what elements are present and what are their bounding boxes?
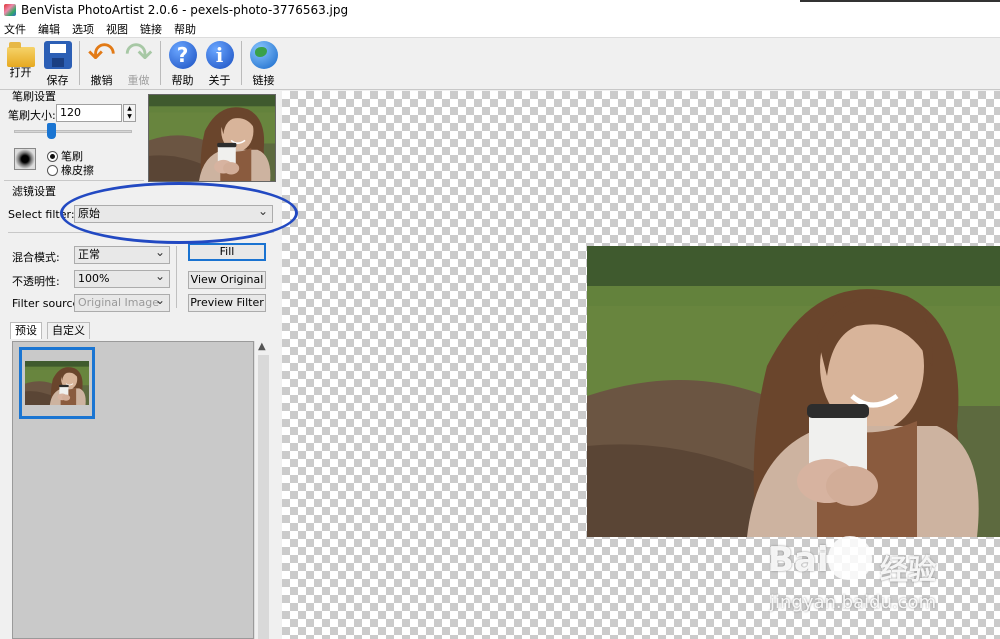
toolbar: 打开 保存 撤销 重做 ? 帮助 i 关于 链接 [0, 35, 1000, 90]
filter-select[interactable]: 原始 [74, 203, 273, 223]
watermark-url: jingyan.baidu.com [770, 592, 937, 613]
menu-help[interactable]: 帮助 [174, 21, 196, 37]
divider [176, 246, 177, 308]
brush-settings-heading: 笔刷设置 [12, 90, 56, 103]
scroll-up-icon[interactable]: ▲ [258, 341, 266, 352]
link-label: 链接 [252, 74, 275, 87]
chevron-down-icon[interactable]: ▼ [124, 113, 135, 121]
brush-size-input[interactable]: 120 [56, 104, 122, 122]
preset-scrollbar[interactable]: ▲ [254, 341, 271, 639]
select-filter-label: Select filter: [8, 208, 75, 221]
blend-mode-label: 混合模式: [12, 251, 60, 264]
blend-mode-select[interactable]: 正常 [74, 244, 170, 264]
radio-eraser-label: 橡皮擦 [61, 164, 94, 177]
floppy-disk-icon [43, 41, 72, 69]
filter-settings-heading: 滤镜设置 [12, 185, 56, 198]
opacity-select[interactable]: 100% [74, 268, 170, 288]
info-icon: i [205, 41, 234, 69]
radio-eraser[interactable] [47, 164, 58, 176]
paw-icon [828, 536, 872, 580]
preset-list [12, 341, 254, 639]
divider [8, 232, 274, 233]
toolbar-separator [160, 41, 161, 85]
watermark: Bai 经验 jingyan.baidu.com [768, 532, 998, 622]
folder-icon [6, 42, 35, 67]
preset-thumbnail [25, 361, 89, 405]
title-bar: BenVista PhotoArtist 2.0.6 - pexels-phot… [0, 0, 1000, 20]
radio-brush[interactable] [47, 150, 58, 162]
eraser-radio[interactable]: 橡皮擦 [47, 162, 94, 178]
about-button[interactable]: i 关于 [201, 41, 238, 88]
brush-size-stepper[interactable]: ▲ ▼ [123, 104, 136, 122]
redo-arrow-icon [125, 35, 154, 75]
fill-button[interactable]: Fill [188, 243, 266, 261]
watermark-logo: Bai [768, 540, 829, 580]
undo-button[interactable]: 撤销 [83, 35, 120, 88]
scrollbar-thumb[interactable] [258, 355, 269, 639]
filter-source-label: Filter source: [12, 297, 83, 310]
view-original-button[interactable]: View Original [188, 271, 266, 289]
about-label: 关于 [208, 74, 231, 87]
globe-icon [249, 41, 278, 69]
canvas-image[interactable] [587, 246, 1000, 537]
app-icon [4, 4, 16, 16]
redo-button[interactable]: 重做 [120, 35, 157, 88]
toolbar-separator [79, 41, 80, 85]
canvas-photo [587, 246, 1000, 537]
toolbar-separator [241, 41, 242, 85]
brush-size-slider-handle[interactable] [47, 123, 56, 139]
preset-photo [25, 361, 89, 405]
preview-filter-button[interactable]: Preview Filter [188, 294, 266, 312]
preset-item[interactable] [19, 347, 95, 419]
preview-photo [149, 95, 276, 182]
image-preview [148, 94, 276, 182]
menu-edit[interactable]: 编辑 [38, 21, 60, 37]
chevron-up-icon[interactable]: ▲ [124, 105, 135, 113]
help-button[interactable]: ? 帮助 [164, 41, 201, 88]
brush-size-slider[interactable] [14, 130, 132, 133]
brush-preview [14, 148, 36, 170]
undo-arrow-icon [88, 35, 117, 75]
settings-panel: 笔刷设置 笔刷大小: 120 ▲ ▼ 笔刷 橡皮擦 滤镜设置 Select fi… [0, 90, 278, 639]
opacity-label: 不透明性: [12, 275, 60, 288]
title-bar-decoration [800, 0, 1000, 2]
menu-file[interactable]: 文件 [4, 21, 26, 37]
save-label: 保存 [46, 74, 69, 87]
filter-source-select[interactable]: Original Image [74, 292, 170, 312]
tab-custom[interactable]: 自定义 [47, 322, 90, 339]
tab-preset[interactable]: 预设 [10, 322, 42, 339]
question-mark-icon: ? [168, 41, 197, 69]
divider [4, 180, 144, 181]
save-button[interactable]: 保存 [39, 41, 76, 88]
window-title: BenVista PhotoArtist 2.0.6 - pexels-phot… [21, 3, 349, 17]
watermark-cn: 经验 [880, 553, 937, 586]
open-button[interactable]: 打开 [2, 41, 39, 80]
brush-size-label: 笔刷大小: [8, 109, 56, 122]
link-button[interactable]: 链接 [245, 41, 282, 88]
help-label: 帮助 [171, 74, 194, 87]
